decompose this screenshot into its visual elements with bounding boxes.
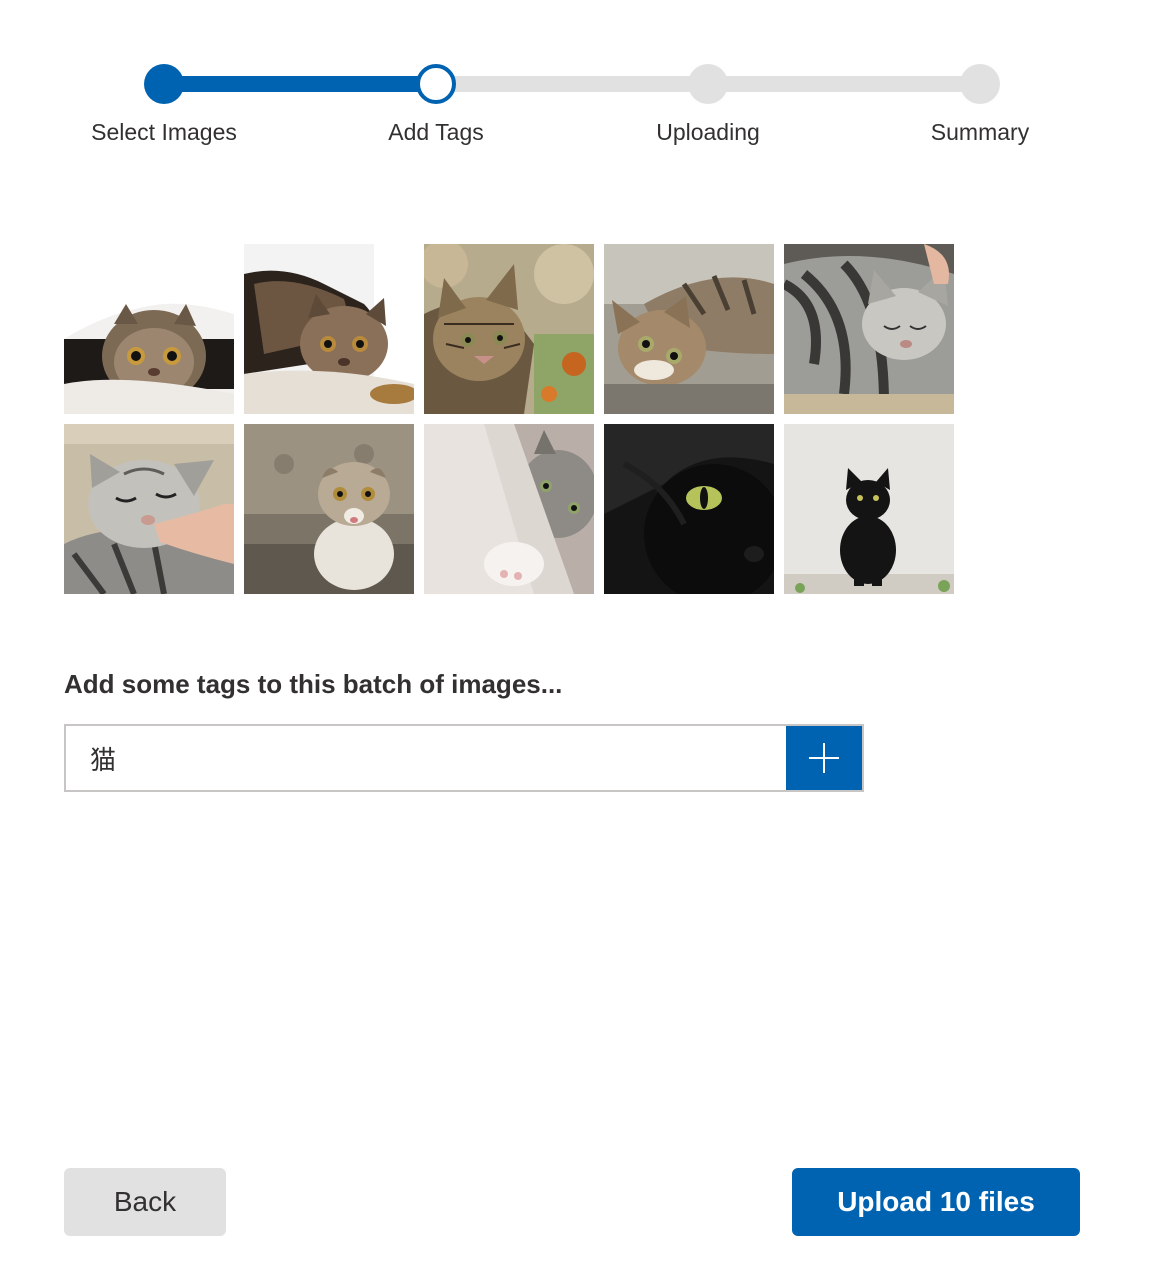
- image-thumbnail[interactable]: [424, 424, 594, 594]
- tags-heading: Add some tags to this batch of images...: [64, 669, 563, 699]
- image-thumbnail-grid: [64, 244, 954, 594]
- upload-button[interactable]: Upload 10 files: [792, 1168, 1080, 1236]
- image-thumbnail[interactable]: [424, 244, 594, 414]
- plus-icon: [809, 743, 839, 773]
- step-node-add-tags: [416, 64, 456, 104]
- image-thumbnail[interactable]: [784, 244, 954, 414]
- add-tag-button[interactable]: [786, 724, 864, 792]
- image-thumbnail[interactable]: [244, 424, 414, 594]
- upload-stepper: Select Images Add Tags Uploading Summary: [0, 0, 1164, 170]
- step-label-uploading: Uploading: [656, 119, 760, 145]
- step-node-select-images: [144, 64, 184, 104]
- step-label-summary: Summary: [930, 119, 1030, 145]
- stepper-progress: [164, 76, 436, 92]
- step-label-add-tags: Add Tags: [388, 119, 484, 145]
- image-thumbnail[interactable]: [64, 244, 234, 414]
- image-thumbnail[interactable]: [244, 244, 414, 414]
- tag-input[interactable]: [64, 724, 786, 792]
- image-thumbnail[interactable]: [784, 424, 954, 594]
- step-node-uploading: [688, 64, 728, 104]
- step-node-summary: [960, 64, 1000, 104]
- image-thumbnail[interactable]: [604, 424, 774, 594]
- image-thumbnail[interactable]: [64, 424, 234, 594]
- image-thumbnail[interactable]: [604, 244, 774, 414]
- back-button[interactable]: Back: [64, 1168, 226, 1236]
- tag-entry-row: [64, 724, 864, 792]
- step-label-select-images: Select Images: [91, 119, 237, 145]
